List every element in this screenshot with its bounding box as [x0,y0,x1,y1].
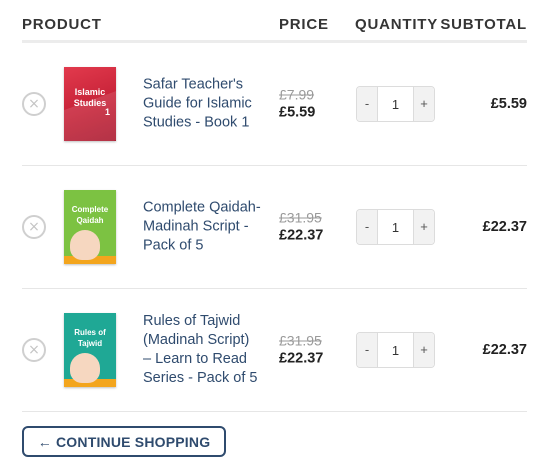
product-thumbnail[interactable]: Rules of Tajwid [64,313,116,387]
sale-price: £5.59 [279,104,316,121]
remove-item-icon[interactable]: × [22,338,46,362]
quantity-increase-button[interactable]: + [413,87,434,121]
cart-row: × Complete Qaidah Complete Qaidah- Madin… [22,166,527,289]
line-subtotal: £5.59 [490,96,527,112]
quantity-input[interactable] [378,210,413,244]
original-price: £31.95 [279,209,322,226]
cart-row: × Rules of Tajwid Rules of Tajwid (Madin… [22,289,527,412]
quantity-decrease-button[interactable]: - [357,87,378,121]
original-price: £31.95 [279,332,322,349]
quantity-input[interactable] [378,333,413,367]
line-subtotal: £22.37 [482,342,527,358]
price-cell: £7.99 £5.59 [279,86,339,123]
price-cell: £31.95 £22.37 [279,209,339,246]
line-subtotal: £22.37 [482,219,527,235]
thumbnail-number: 1 [104,107,110,117]
remove-item-icon[interactable]: × [22,215,46,239]
cart-row: × Islamic Studies 1 Safar Teacher's Guid… [22,43,527,166]
sale-price: £22.37 [279,227,324,244]
product-name-link[interactable]: Safar Teacher's Guide for Islamic Studie… [143,76,261,133]
thumbnail-title: Islamic Studies [73,87,107,108]
header-price: PRICE [279,16,329,33]
continue-shopping-button[interactable]: ← CONTINUE SHOPPING [22,426,226,457]
quantity-stepper: - + [356,332,435,368]
product-name-link[interactable]: Complete Qaidah- Madinah Script - Pack o… [143,199,261,256]
header-quantity: QUANTITY [355,16,439,33]
product-thumbnail[interactable]: Complete Qaidah [64,190,116,264]
original-price: £7.99 [279,86,315,103]
quantity-increase-button[interactable]: + [413,210,434,244]
product-name-link[interactable]: Rules of Tajwid (Madinah Script) – Learn… [143,312,261,388]
remove-item-icon[interactable]: × [22,92,46,116]
sale-price: £22.37 [279,350,324,367]
quantity-stepper: - + [356,209,435,245]
thumbnail-title: Rules of Tajwid [74,328,106,348]
cart-table-header: PRODUCT PRICE QUANTITY SUBTOTAL [22,0,527,43]
header-subtotal: SUBTOTAL [440,16,527,33]
quantity-decrease-button[interactable]: - [357,210,378,244]
quantity-input[interactable] [378,87,413,121]
quantity-decrease-button[interactable]: - [357,333,378,367]
price-cell: £31.95 £22.37 [279,332,339,369]
quantity-increase-button[interactable]: + [413,333,434,367]
header-product: PRODUCT [22,16,102,33]
quantity-stepper: - + [356,86,435,122]
product-thumbnail[interactable]: Islamic Studies 1 [64,67,116,141]
thumbnail-title: Complete Qaidah [71,205,109,225]
